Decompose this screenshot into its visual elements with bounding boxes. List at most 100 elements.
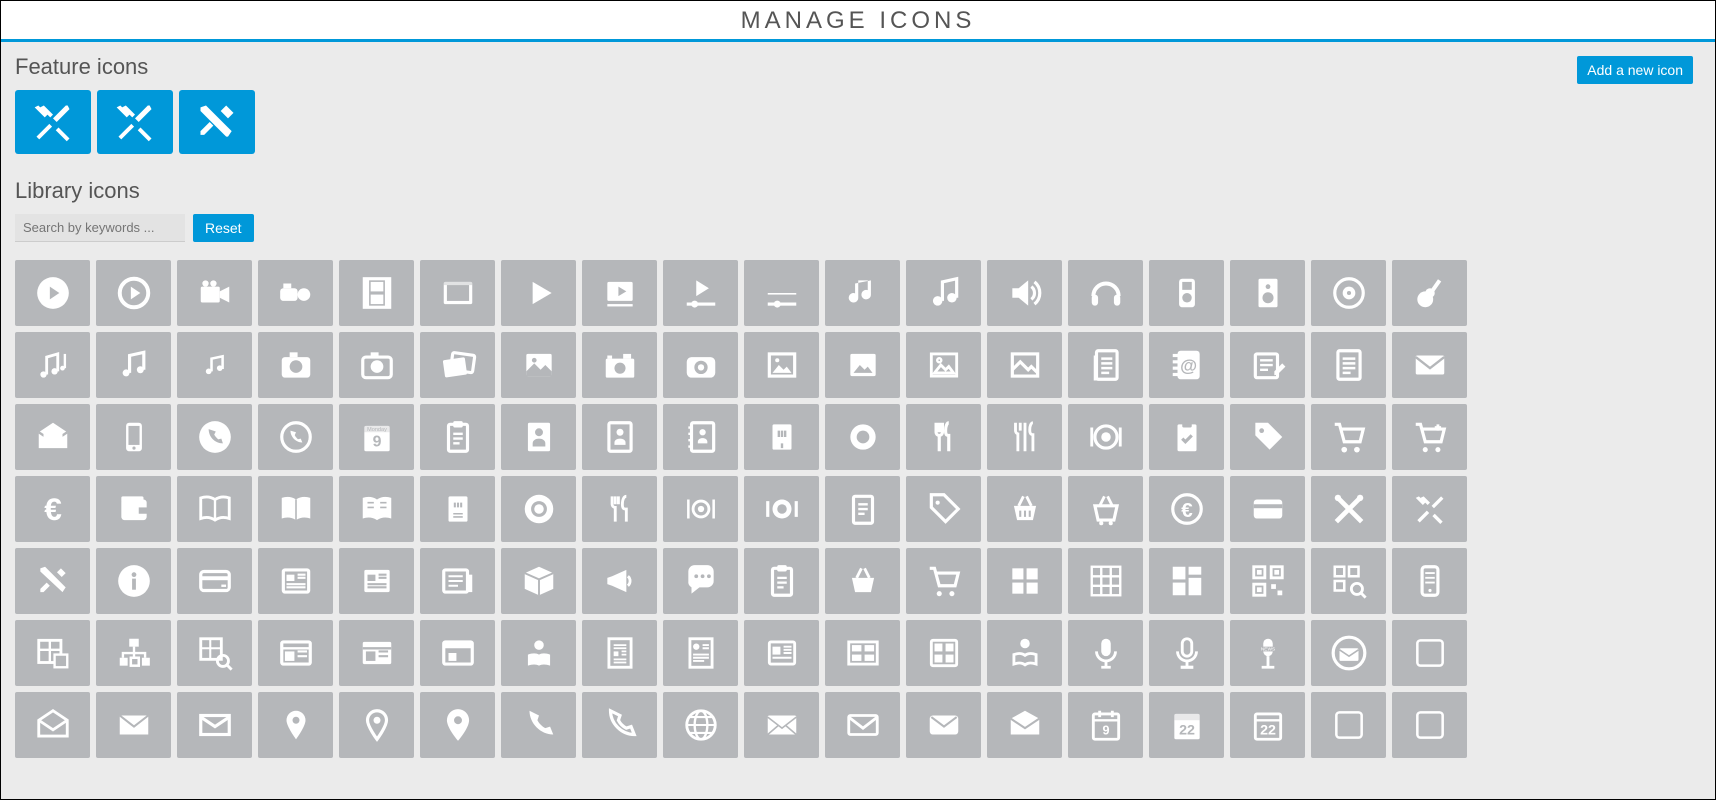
library-icon-tile[interactable] bbox=[420, 476, 495, 542]
library-icon-tile[interactable] bbox=[1311, 620, 1386, 686]
add-icon-button[interactable]: Add a new icon bbox=[1577, 56, 1693, 84]
library-icon-tile[interactable] bbox=[1149, 476, 1224, 542]
library-icon-tile[interactable] bbox=[15, 692, 90, 758]
library-icon-tile[interactable] bbox=[177, 260, 252, 326]
library-icon-tile[interactable] bbox=[420, 404, 495, 470]
library-icon-tile[interactable] bbox=[663, 548, 738, 614]
library-icon-tile[interactable] bbox=[906, 404, 981, 470]
library-icon-tile[interactable] bbox=[1230, 332, 1305, 398]
library-icon-tile[interactable] bbox=[1311, 476, 1386, 542]
library-icon-tile[interactable] bbox=[177, 476, 252, 542]
library-icon-tile[interactable] bbox=[420, 260, 495, 326]
library-icon-tile[interactable] bbox=[258, 404, 333, 470]
library-icon-tile[interactable] bbox=[339, 476, 414, 542]
library-icon-tile[interactable] bbox=[987, 620, 1062, 686]
library-icon-tile[interactable] bbox=[339, 404, 414, 470]
feature-icon-tile[interactable] bbox=[97, 90, 173, 154]
library-icon-tile[interactable] bbox=[906, 620, 981, 686]
library-icon-tile[interactable] bbox=[1392, 620, 1467, 686]
library-icon-tile[interactable] bbox=[339, 332, 414, 398]
library-icon-tile[interactable] bbox=[1068, 692, 1143, 758]
library-icon-tile[interactable] bbox=[1149, 620, 1224, 686]
library-icon-tile[interactable] bbox=[825, 620, 900, 686]
library-icon-tile[interactable] bbox=[744, 548, 819, 614]
library-icon-tile[interactable] bbox=[1068, 260, 1143, 326]
library-icon-tile[interactable] bbox=[582, 332, 657, 398]
library-icon-tile[interactable] bbox=[582, 404, 657, 470]
library-icon-tile[interactable] bbox=[1230, 404, 1305, 470]
library-icon-tile[interactable] bbox=[1392, 260, 1467, 326]
library-icon-tile[interactable] bbox=[825, 332, 900, 398]
library-icon-tile[interactable] bbox=[825, 260, 900, 326]
library-icon-tile[interactable] bbox=[1392, 332, 1467, 398]
library-icon-tile[interactable] bbox=[825, 476, 900, 542]
library-icon-tile[interactable] bbox=[258, 692, 333, 758]
library-icon-tile[interactable] bbox=[501, 260, 576, 326]
library-icon-tile[interactable] bbox=[663, 332, 738, 398]
library-icon-tile[interactable] bbox=[339, 620, 414, 686]
library-icon-tile[interactable] bbox=[1392, 692, 1467, 758]
library-icon-tile[interactable] bbox=[663, 620, 738, 686]
library-icon-tile[interactable] bbox=[96, 692, 171, 758]
library-icon-tile[interactable] bbox=[177, 620, 252, 686]
feature-icon-tile[interactable] bbox=[15, 90, 91, 154]
library-icon-tile[interactable] bbox=[1068, 404, 1143, 470]
library-icon-tile[interactable] bbox=[501, 332, 576, 398]
library-icon-tile[interactable] bbox=[1149, 548, 1224, 614]
library-icon-tile[interactable] bbox=[1068, 332, 1143, 398]
library-icon-tile[interactable] bbox=[177, 548, 252, 614]
library-icon-tile[interactable] bbox=[582, 476, 657, 542]
library-icon-tile[interactable] bbox=[1392, 404, 1467, 470]
library-icon-tile[interactable] bbox=[1149, 260, 1224, 326]
library-icon-tile[interactable] bbox=[501, 404, 576, 470]
library-icon-tile[interactable] bbox=[501, 692, 576, 758]
library-icon-tile[interactable] bbox=[1149, 332, 1224, 398]
library-icon-tile[interactable] bbox=[339, 548, 414, 614]
search-input[interactable] bbox=[15, 214, 185, 242]
library-icon-tile[interactable] bbox=[906, 260, 981, 326]
library-icon-tile[interactable] bbox=[258, 548, 333, 614]
library-icon-tile[interactable] bbox=[906, 332, 981, 398]
library-icon-tile[interactable] bbox=[663, 404, 738, 470]
library-icon-tile[interactable] bbox=[15, 332, 90, 398]
library-icon-tile[interactable] bbox=[1311, 332, 1386, 398]
library-icon-tile[interactable] bbox=[258, 260, 333, 326]
library-icon-tile[interactable] bbox=[1230, 620, 1305, 686]
library-icon-tile[interactable] bbox=[1311, 692, 1386, 758]
library-icon-tile[interactable] bbox=[987, 260, 1062, 326]
library-icon-tile[interactable] bbox=[258, 620, 333, 686]
library-icon-tile[interactable] bbox=[582, 548, 657, 614]
library-icon-tile[interactable] bbox=[15, 548, 90, 614]
library-icon-tile[interactable] bbox=[663, 692, 738, 758]
library-icon-tile[interactable] bbox=[987, 476, 1062, 542]
library-icon-tile[interactable] bbox=[906, 476, 981, 542]
library-icon-tile[interactable] bbox=[420, 332, 495, 398]
library-icon-tile[interactable] bbox=[1149, 692, 1224, 758]
library-icon-tile[interactable] bbox=[663, 476, 738, 542]
library-icon-tile[interactable] bbox=[1392, 548, 1467, 614]
library-icon-tile[interactable] bbox=[501, 476, 576, 542]
library-icon-tile[interactable] bbox=[1392, 476, 1467, 542]
library-icon-tile[interactable] bbox=[825, 404, 900, 470]
library-icon-tile[interactable] bbox=[744, 332, 819, 398]
library-icon-tile[interactable] bbox=[15, 260, 90, 326]
library-icon-tile[interactable] bbox=[1311, 260, 1386, 326]
library-icon-tile[interactable] bbox=[1230, 476, 1305, 542]
library-icon-tile[interactable] bbox=[1230, 260, 1305, 326]
library-icon-tile[interactable] bbox=[15, 404, 90, 470]
library-icon-tile[interactable] bbox=[1149, 404, 1224, 470]
library-icon-tile[interactable] bbox=[1068, 476, 1143, 542]
library-icon-tile[interactable] bbox=[825, 548, 900, 614]
library-icon-tile[interactable] bbox=[1068, 548, 1143, 614]
library-icon-tile[interactable] bbox=[15, 476, 90, 542]
library-icon-tile[interactable] bbox=[987, 332, 1062, 398]
library-icon-tile[interactable] bbox=[339, 692, 414, 758]
library-icon-tile[interactable] bbox=[177, 692, 252, 758]
library-icon-tile[interactable] bbox=[258, 332, 333, 398]
library-icon-tile[interactable] bbox=[744, 692, 819, 758]
feature-icon-tile[interactable] bbox=[179, 90, 255, 154]
library-icon-tile[interactable] bbox=[96, 476, 171, 542]
library-icon-tile[interactable] bbox=[744, 260, 819, 326]
reset-button[interactable]: Reset bbox=[193, 214, 254, 242]
library-icon-tile[interactable] bbox=[582, 260, 657, 326]
